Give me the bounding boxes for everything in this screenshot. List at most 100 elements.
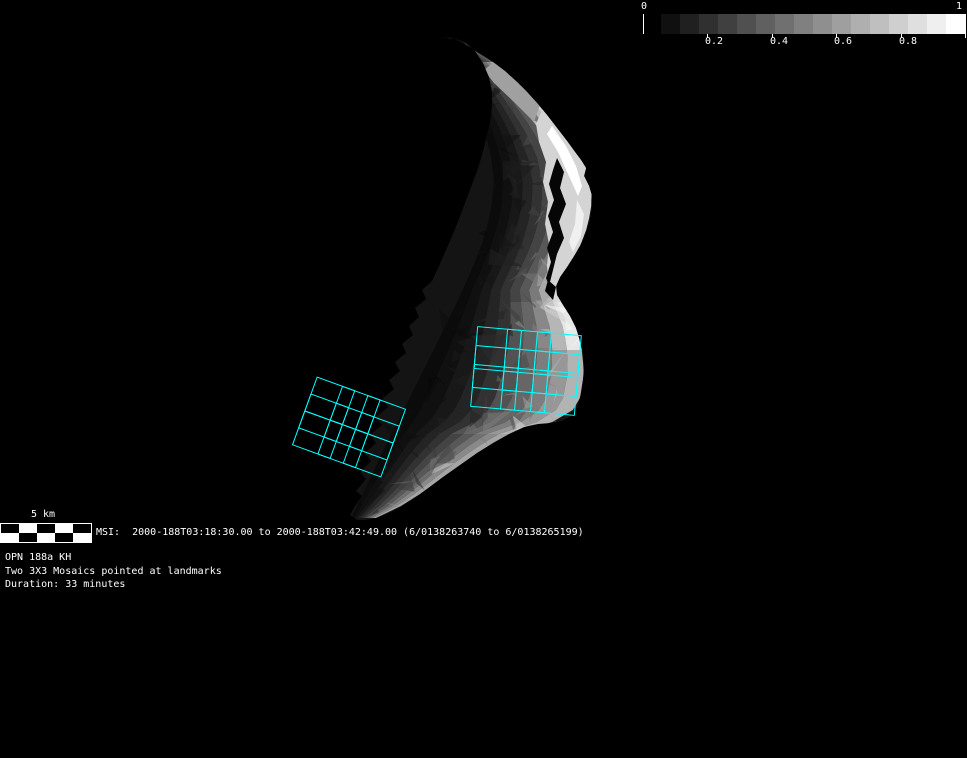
asteroid-shade-quad xyxy=(501,194,512,206)
asteroid-facet xyxy=(473,91,485,94)
asteroid-shade-quad xyxy=(462,62,475,74)
asteroid-shade-quad xyxy=(470,62,484,74)
colorbar-max-label: 1 xyxy=(956,1,962,13)
asteroid-shade-quad xyxy=(455,62,466,74)
msi-time-range: MSI: 2000-188T03:18:30.00 to 2000-188T03… xyxy=(96,527,584,539)
asteroid-shade-quad xyxy=(477,110,489,122)
asteroid-shade-quad xyxy=(447,38,464,50)
asteroid-shade-quad xyxy=(461,74,472,86)
colorbar-segment xyxy=(699,14,719,34)
colorbar-tick-label: 0.8 xyxy=(899,36,917,47)
duration-label: Duration: 33 minutes xyxy=(5,579,125,591)
asteroid-shade-quad xyxy=(444,38,454,50)
asteroid-shade-quad xyxy=(470,74,483,86)
asteroid-facet xyxy=(482,80,489,99)
asteroid-facet xyxy=(463,56,475,61)
checker-cell xyxy=(55,524,73,533)
scalebar xyxy=(0,523,92,543)
asteroid-shade-quad xyxy=(531,194,542,206)
colorbar-tick-label: 0.2 xyxy=(705,36,723,47)
mosaic-description: Two 3X3 Mosaics pointed at landmarks xyxy=(5,566,222,578)
asteroid-facet xyxy=(476,115,487,127)
checker-cell xyxy=(19,533,37,542)
asteroid-shade-quad xyxy=(510,290,521,302)
checker-cell xyxy=(37,533,55,542)
asteroid-shade-quad xyxy=(491,158,502,170)
asteroid-shade-quad xyxy=(567,362,583,374)
asteroid-shade-quad xyxy=(449,38,473,50)
asteroid-shade-quad xyxy=(567,350,583,362)
colorbar-segment xyxy=(680,14,700,34)
colorbar-tick-label: 0.6 xyxy=(834,36,852,47)
asteroid-shade-quad xyxy=(448,50,458,62)
asteroid-shade-quad xyxy=(458,62,470,74)
asteroid-facet xyxy=(469,74,482,83)
asteroid-shade-quad xyxy=(444,38,455,50)
opn-id: OPN 188a KH xyxy=(5,552,71,564)
asteroid-render xyxy=(0,0,967,758)
asteroid-shade-quad xyxy=(487,302,500,314)
asteroid-shade-quad xyxy=(549,326,565,338)
asteroid-facet xyxy=(470,76,473,83)
asteroid-shade-quad xyxy=(458,50,474,62)
colorbar-segment xyxy=(908,14,928,34)
colorbar-segment xyxy=(927,14,947,34)
asteroid-surface xyxy=(351,38,603,518)
asteroid-shade-quad xyxy=(478,98,491,110)
asteroid-facet xyxy=(455,46,463,74)
colorbar-segment xyxy=(832,14,852,34)
asteroid-shade-quad xyxy=(522,314,536,326)
colorbar-segment xyxy=(794,14,814,34)
asteroid-shade-quad xyxy=(486,362,505,374)
asteroid-facet xyxy=(472,57,479,73)
asteroid-facet xyxy=(545,110,547,111)
asteroid-shade-quad xyxy=(456,50,470,62)
colorbar-tick xyxy=(965,34,966,38)
asteroid-shade-quad xyxy=(445,38,458,50)
asteroid-shade-quad xyxy=(492,194,503,206)
asteroid-shade-quad xyxy=(477,86,490,98)
colorbar-min-label: 0 xyxy=(641,1,647,13)
checker-cell xyxy=(19,524,37,533)
asteroid-facet xyxy=(455,46,463,49)
asteroid-facet xyxy=(473,99,489,100)
asteroid-shade-quad xyxy=(472,86,485,98)
asteroid-shade-quad xyxy=(449,38,471,50)
asteroid-facet xyxy=(448,47,460,73)
colorbar-segment xyxy=(661,14,681,34)
colorbar-segment xyxy=(775,14,795,34)
colorbar-segment xyxy=(718,14,738,34)
colorbar-segment xyxy=(813,14,833,34)
colorbar-segment xyxy=(851,14,871,34)
asteroid-shade-quad xyxy=(446,38,461,50)
scalebar-label: 5 km xyxy=(31,509,55,521)
checker-cell xyxy=(1,533,19,542)
colorbar-segment xyxy=(946,14,966,34)
asteroid-shade-quad xyxy=(443,38,451,50)
checker-cell xyxy=(73,524,91,533)
colorbar-segment xyxy=(737,14,757,34)
asteroid-shade-quad xyxy=(493,170,504,182)
checker-cell xyxy=(55,533,73,542)
asteroid-facet xyxy=(472,94,494,101)
asteroid-shade-quad xyxy=(522,338,537,350)
asteroid-facet xyxy=(459,51,466,60)
asteroid-shade-quad xyxy=(468,50,489,62)
colorbar-segment xyxy=(756,14,776,34)
viewport: 0 1 0.2 0.4 0.6 0.8 5 km MSI: 2000-188T03:1… xyxy=(0,0,967,758)
colorbar-tick-label: 0.4 xyxy=(770,36,788,47)
checker-cell xyxy=(37,524,55,533)
asteroid-shade-quad xyxy=(551,338,567,350)
asteroid-shade-quad xyxy=(565,374,584,386)
asteroid-shade-quad xyxy=(475,74,489,86)
asteroid-shade-quad xyxy=(472,98,484,110)
asteroid-shade-quad xyxy=(461,50,478,62)
asteroid-shade-quad xyxy=(453,50,466,62)
asteroid-facet xyxy=(479,64,483,75)
colorbar-segment xyxy=(889,14,909,34)
asteroid-facet xyxy=(467,47,496,52)
colorbar-zero-tick xyxy=(643,14,644,34)
asteroid-shade-quad xyxy=(565,338,582,350)
colorbar-segment xyxy=(870,14,890,34)
asteroid-facet xyxy=(451,47,473,62)
